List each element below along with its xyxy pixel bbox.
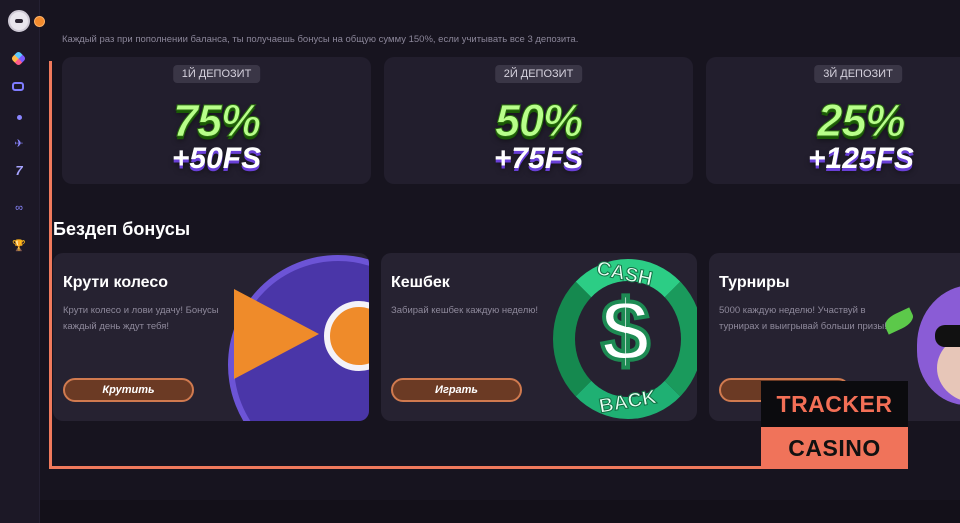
bottom-bar (40, 500, 960, 523)
watermark-tracker: TRACKER (761, 381, 908, 427)
deposit-subtitle: Каждый раз при пополнении баланса, ты по… (62, 34, 579, 45)
dot-icon[interactable] (12, 110, 26, 124)
seven-icon[interactable]: 7 (12, 163, 26, 178)
gem-icon[interactable] (10, 50, 27, 67)
cup-icon[interactable]: 🏆 (12, 238, 26, 252)
sunglasses-icon (935, 325, 960, 347)
watermark-casino: CASINO (761, 427, 908, 469)
deposit-badge: 3Й ДЕПОЗИТ (814, 65, 902, 83)
play-icon[interactable] (34, 16, 45, 27)
link-icon[interactable]: ∞ (12, 201, 26, 215)
tv-icon[interactable] (12, 82, 24, 91)
logo-icon[interactable] (8, 10, 30, 32)
plane-icon[interactable]: ✈ (12, 136, 26, 150)
highlight-frame (49, 61, 774, 469)
sidebar: ✈ 7 ∞ 🏆 (0, 0, 45, 523)
